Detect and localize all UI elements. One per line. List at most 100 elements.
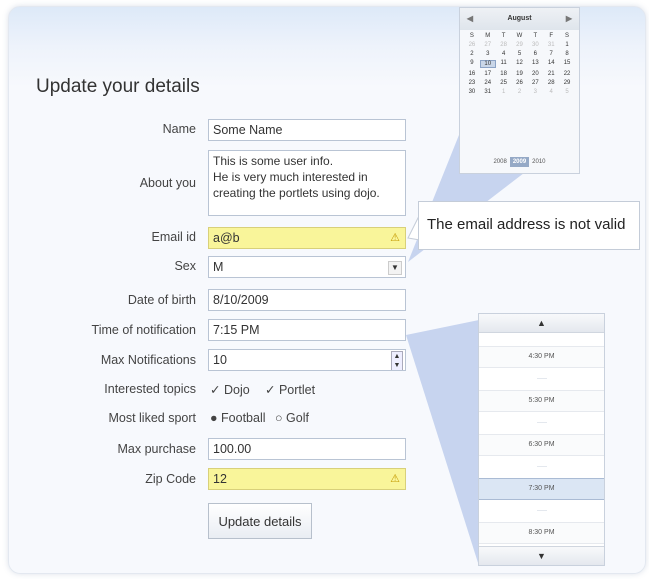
calendar-day[interactable]: 5 — [512, 51, 528, 57]
calendar-day[interactable]: 28 — [543, 80, 559, 86]
topic-dojo-checkbox[interactable]: ✓ Dojo — [210, 382, 250, 397]
calendar-day[interactable]: 15 — [559, 60, 575, 68]
time-option[interactable]: 6:30 PM — [479, 434, 604, 456]
update-details-button[interactable]: Update details — [208, 503, 312, 539]
weekday-header: S — [469, 33, 474, 39]
calendar-day[interactable]: 13 — [527, 60, 543, 68]
weekday-header: W — [516, 33, 523, 39]
max-notifications-label: Max Notifications — [100, 353, 196, 367]
weekday-header: T — [533, 33, 538, 39]
max-purchase-input[interactable]: 100.00 — [208, 438, 406, 460]
calendar-day[interactable]: 26 — [464, 42, 480, 48]
about-line: He is very much interested in — [213, 170, 368, 184]
sex-select[interactable]: M ▼ — [208, 256, 406, 278]
calendar-day[interactable]: 21 — [543, 71, 559, 77]
next-month-icon[interactable]: ▶ — [563, 8, 575, 30]
dob-input[interactable]: 8/10/2009 — [208, 289, 406, 311]
max-purchase-label: Max purchase — [117, 442, 196, 456]
calendar-day[interactable]: 2 — [512, 89, 528, 95]
weekday-header: S — [565, 33, 570, 39]
topic-portlet-checkbox[interactable]: ✓ Portlet — [265, 382, 315, 397]
calendar-day[interactable]: 4 — [496, 51, 512, 57]
spinner-arrows-icon[interactable]: ▲ ▼ — [391, 351, 403, 370]
calendar-day[interactable]: 27 — [480, 42, 496, 48]
calendar-day[interactable]: 27 — [527, 80, 543, 86]
calendar-day[interactable]: 4 — [543, 89, 559, 95]
calendar-grid: S M T W T F S 26 27 28 29 30 31 1 2 3 4 5 6 7 8 9 10 11 12 13 14 15… — [460, 30, 579, 95]
time-input[interactable]: 7:15 PM — [208, 319, 406, 341]
warning-icon: ⚠ — [390, 473, 400, 485]
calendar-day[interactable]: 8 — [559, 51, 575, 57]
max-notifications-spinner[interactable]: 10 ▲ ▼ — [208, 349, 406, 371]
zip-value: 12 — [213, 472, 227, 486]
calendar-day[interactable]: 26 — [512, 80, 528, 86]
time-option[interactable]: 8:30 PM — [479, 522, 604, 544]
name-label: Name — [162, 122, 196, 136]
calendar-day[interactable]: 29 — [559, 80, 575, 86]
calendar-day[interactable]: 31 — [543, 42, 559, 48]
time-option[interactable]: 5:30 PM — [479, 390, 604, 412]
calendar-day[interactable]: 18 — [496, 71, 512, 77]
calendar-day[interactable]: 9 — [464, 60, 480, 68]
calendar-day[interactable]: 17 — [480, 71, 496, 77]
calendar-day[interactable]: 29 — [512, 42, 528, 48]
calendar-day[interactable]: 25 — [496, 80, 512, 86]
calendar-day[interactable]: 19 — [512, 71, 528, 77]
dob-label: Date of birth — [127, 293, 196, 307]
calendar-day[interactable]: 2 — [464, 51, 480, 57]
prev-month-icon[interactable]: ◀ — [464, 8, 476, 30]
calendar-day[interactable]: 3 — [480, 51, 496, 57]
chevron-down-icon[interactable]: ▼ — [388, 261, 402, 275]
calendar-day[interactable]: 28 — [496, 42, 512, 48]
time-option[interactable]: 7:30 PM — [479, 478, 604, 500]
sport-option-label: Football — [221, 411, 266, 425]
weekday-header: M — [485, 33, 491, 39]
calendar-year[interactable]: 2010 — [529, 157, 548, 167]
time-tick — [537, 466, 547, 467]
about-line: This is some user info. — [213, 154, 334, 168]
calendar-popup: ◀ August ▶ S M T W T F S 26 27 28 29 30 31 1 2 3 4 5 6 7 8 9 1… — [459, 7, 580, 174]
calendar-day[interactable]: 11 — [496, 60, 512, 68]
time-picker-popup: ▲ 4:30 PM 5:30 PM 6:30 PM 7:30 PM 8:30 PM ▼ — [478, 313, 605, 566]
calendar-month: August — [507, 15, 532, 22]
calendar-day[interactable]: 3 — [527, 89, 543, 95]
calendar-day[interactable]: 10 — [479, 60, 496, 68]
calendar-day[interactable]: 14 — [543, 60, 559, 68]
calendar-year[interactable]: 2009 — [509, 157, 530, 167]
calendar-day[interactable]: 1 — [496, 89, 512, 95]
sport-golf-radio[interactable]: ○ Golf — [275, 411, 309, 425]
calendar-years: 2008 2009 2010 — [460, 157, 579, 167]
calendar-day[interactable]: 5 — [559, 89, 575, 95]
scroll-down-icon[interactable]: ▼ — [479, 546, 604, 565]
calendar-day[interactable]: 22 — [559, 71, 575, 77]
calendar-day[interactable]: 23 — [464, 80, 480, 86]
time-option[interactable]: 4:30 PM — [479, 346, 604, 368]
calendar-day[interactable]: 16 — [464, 71, 480, 77]
zip-label: Zip Code — [145, 472, 196, 486]
calendar-day[interactable]: 6 — [527, 51, 543, 57]
sex-value: M — [213, 260, 224, 274]
sport-football-radio[interactable]: ● Football — [210, 411, 266, 425]
calendar-day[interactable]: 31 — [480, 89, 496, 95]
calendar-day[interactable]: 30 — [464, 89, 480, 95]
calendar-day[interactable]: 1 — [559, 42, 575, 48]
max-notifications-value: 10 — [213, 353, 227, 367]
calendar-header: ◀ August ▶ — [460, 8, 579, 30]
email-input[interactable]: a@b ⚠ — [208, 227, 406, 249]
calendar-day[interactable]: 7 — [543, 51, 559, 57]
time-tick — [537, 510, 547, 511]
error-tooltip: The email address is not valid — [418, 201, 640, 250]
time-tick — [537, 378, 547, 379]
calendar-day[interactable]: 24 — [480, 80, 496, 86]
about-textarea[interactable]: This is some user info. He is very much … — [208, 150, 406, 216]
zip-input[interactable]: 12 ⚠ — [208, 468, 406, 490]
calendar-day[interactable]: 20 — [527, 71, 543, 77]
calendar-day[interactable]: 12 — [512, 60, 528, 68]
calendar-day[interactable]: 30 — [527, 42, 543, 48]
calendar-year[interactable]: 2008 — [490, 157, 509, 167]
name-input[interactable]: Some Name — [208, 119, 406, 141]
email-value: a@b — [213, 231, 240, 245]
scroll-up-icon[interactable]: ▲ — [479, 314, 604, 333]
sex-label: Sex — [174, 259, 196, 273]
weekday-header: F — [549, 33, 554, 39]
